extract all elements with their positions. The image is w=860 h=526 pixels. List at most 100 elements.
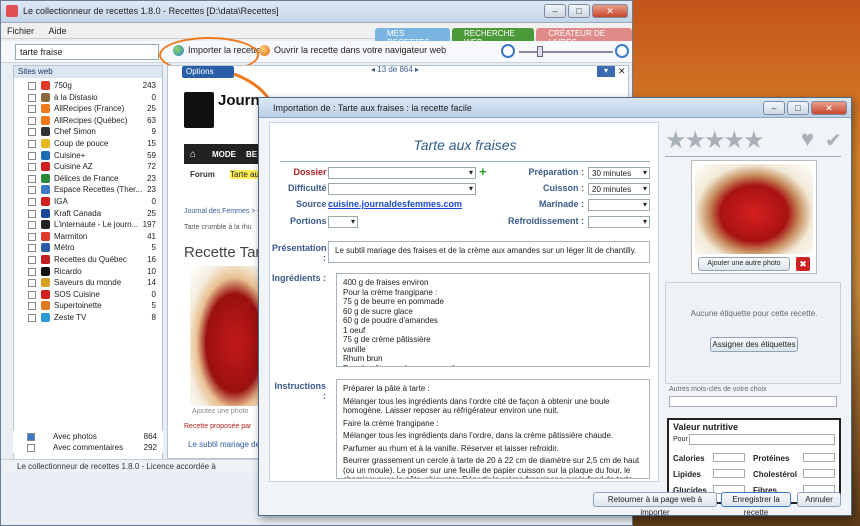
zoom-out-icon[interactable] [501,44,515,58]
checkbox-icon[interactable] [27,444,35,452]
checkbox-icon[interactable] [28,128,36,137]
filter-with-photos[interactable]: Avec photos 864 [13,431,163,442]
dossier-select[interactable] [328,167,476,179]
checkbox-icon[interactable] [28,244,36,253]
close-icon[interactable]: ✕ [811,101,847,115]
checkbox-icon[interactable] [28,279,36,288]
presentation-field[interactable]: Le subtil mariage des fraises et de la c… [328,241,650,263]
checkbox-icon[interactable] [28,82,36,90]
checkbox-icon[interactable] [28,174,36,183]
subnav-forum[interactable]: Forum [190,170,215,179]
sidebar-item[interactable]: Cuisine AZ 72 [14,161,162,173]
tab-createur-de-livres[interactable]: CRÉATEUR DE LIVRES [536,28,632,47]
sidebar-item[interactable]: Chef Simon 9 [14,126,162,138]
save-button[interactable]: Enregistrer la recette [721,492,791,517]
checkbox-icon[interactable] [28,116,36,125]
zoom-slider-thumb[interactable] [537,46,543,57]
sidebar-item[interactable]: Recettes du Québec 16 [14,254,162,266]
lipides-input[interactable] [713,469,745,478]
add-photo-button[interactable]: Ajouter une autre photo [698,257,790,271]
assign-tags-button[interactable]: Assigner des étiquettes [710,337,798,352]
sidebar-item[interactable]: AllRecipes (Québec) 63 [14,115,162,127]
sidebar-item[interactable]: Délices de France 23 [14,173,162,185]
panel-close-icon[interactable]: ✕ [618,66,628,77]
sidebar-item[interactable]: SOS Cuisine 0 [14,289,162,301]
sidebar-item[interactable]: Ricardo 10 [14,266,162,278]
checkbox-icon[interactable] [27,433,35,441]
back-button[interactable]: Retourner à la page web à importer [593,492,717,517]
rating-stars[interactable]: ★★★★★ [665,126,765,155]
instructions-field[interactable]: Préparer la pâte à tarte : Mélanger tous … [336,379,650,479]
sidebar-item[interactable]: 750g 243 [14,80,162,92]
checkbox-icon[interactable] [28,186,36,195]
zoom-slider[interactable] [519,51,613,53]
checkbox-icon[interactable] [28,290,36,299]
home-icon[interactable]: ⌂ [190,149,196,160]
add-photo-link[interactable]: Ajoutez une photo [192,408,248,415]
options-button[interactable]: Options [182,66,234,78]
sidebar-item[interactable]: L'internaute - Le journ... 197 [14,219,162,231]
search-input[interactable]: tarte fraise [15,44,159,60]
checkbox-icon[interactable] [28,314,36,322]
breadcrumb[interactable]: Journal des Femmes > Cu [184,208,266,215]
cuisson-select[interactable]: 20 minutes [588,183,650,195]
cholesterol-input[interactable] [803,469,835,478]
ingredients-field[interactable]: 400 g de fraises environ Pour la crème fr… [336,273,650,367]
heart-icon[interactable]: ♥ [801,126,814,152]
sidebar-item[interactable]: Supertoinette 5 [14,300,162,312]
checkbox-icon[interactable] [28,221,36,230]
sidebar-item[interactable]: AllRecipes (France) 25 [14,103,162,115]
marinade-select[interactable] [588,199,650,211]
checkbox-icon[interactable] [28,302,36,311]
zoom-in-icon[interactable] [615,44,629,58]
keywords-input[interactable] [669,396,837,407]
source-link[interactable]: cuisine.journaldesfemmes.com [328,199,462,209]
crumble-link[interactable]: Tarte crumble à la rhu [184,224,252,231]
sidebar-item[interactable]: Saveurs du monde 14 [14,277,162,289]
checkmark-icon[interactable]: ✔ [825,128,842,153]
sidebar-item[interactable]: Espace Recettes (Ther... 23 [14,184,162,196]
tab-recherche-web[interactable]: RECHERCHE WEB [452,28,535,47]
maximize-icon[interactable]: □ [568,4,590,18]
checkbox-icon[interactable] [28,105,36,114]
checkbox-icon[interactable] [28,93,36,102]
checkbox-icon[interactable] [28,140,36,148]
minimize-icon[interactable]: – [763,101,785,115]
checkbox-icon[interactable] [28,163,36,172]
checkbox-icon[interactable] [28,232,36,241]
sidebar-item[interactable]: Coup de pouce 15 [14,138,162,150]
checkbox-icon[interactable] [28,151,36,160]
cancel-button[interactable]: Annuler [797,492,841,507]
pager[interactable]: ◂ 13 de 864 ▸ [371,65,419,74]
sidebar-item[interactable]: Kraft Canada 25 [14,208,162,220]
menu-fichier[interactable]: Fichier [1,23,40,39]
preparation-select[interactable]: 30 minutes [588,167,650,179]
proteines-input[interactable] [803,453,835,462]
minimize-icon[interactable]: – [544,4,566,18]
delete-photo-icon[interactable]: ✖ [796,257,810,271]
checkbox-icon[interactable] [28,256,36,264]
sidebar-item[interactable]: Métro 5 [14,242,162,254]
open-browser-button[interactable]: Ouvrir la recette dans votre navigateur … [259,45,446,57]
sidebar-item[interactable]: Marmiton 41 [14,231,162,243]
close-icon[interactable]: ✕ [592,4,628,18]
chevron-down-icon[interactable]: ▾ [597,66,615,77]
filter-with-comments[interactable]: Avec commentaires 292 [13,442,163,453]
sidebar-item[interactable]: Cuisine+ 59 [14,150,162,162]
sidebar-item[interactable]: IGA 0 [14,196,162,208]
nav-mode[interactable]: MODE [212,150,236,159]
pour-input[interactable] [689,434,835,445]
portions-input[interactable] [328,216,358,228]
add-folder-icon[interactable]: + [479,164,487,179]
refroidissement-select[interactable] [588,216,650,228]
tab-mes-recettes[interactable]: MES RECETTES [375,28,451,47]
recipe-title[interactable]: Tarte aux fraises [270,137,660,153]
menu-aide[interactable]: Aide [43,23,73,39]
checkbox-icon[interactable] [28,198,36,206]
sidebar-item[interactable]: à la Distasio 0 [14,92,162,104]
calories-input[interactable] [713,453,745,462]
difficulte-select[interactable] [328,183,476,195]
checkbox-icon[interactable] [28,209,36,218]
checkbox-icon[interactable] [28,267,36,276]
maximize-icon[interactable]: □ [787,101,809,115]
